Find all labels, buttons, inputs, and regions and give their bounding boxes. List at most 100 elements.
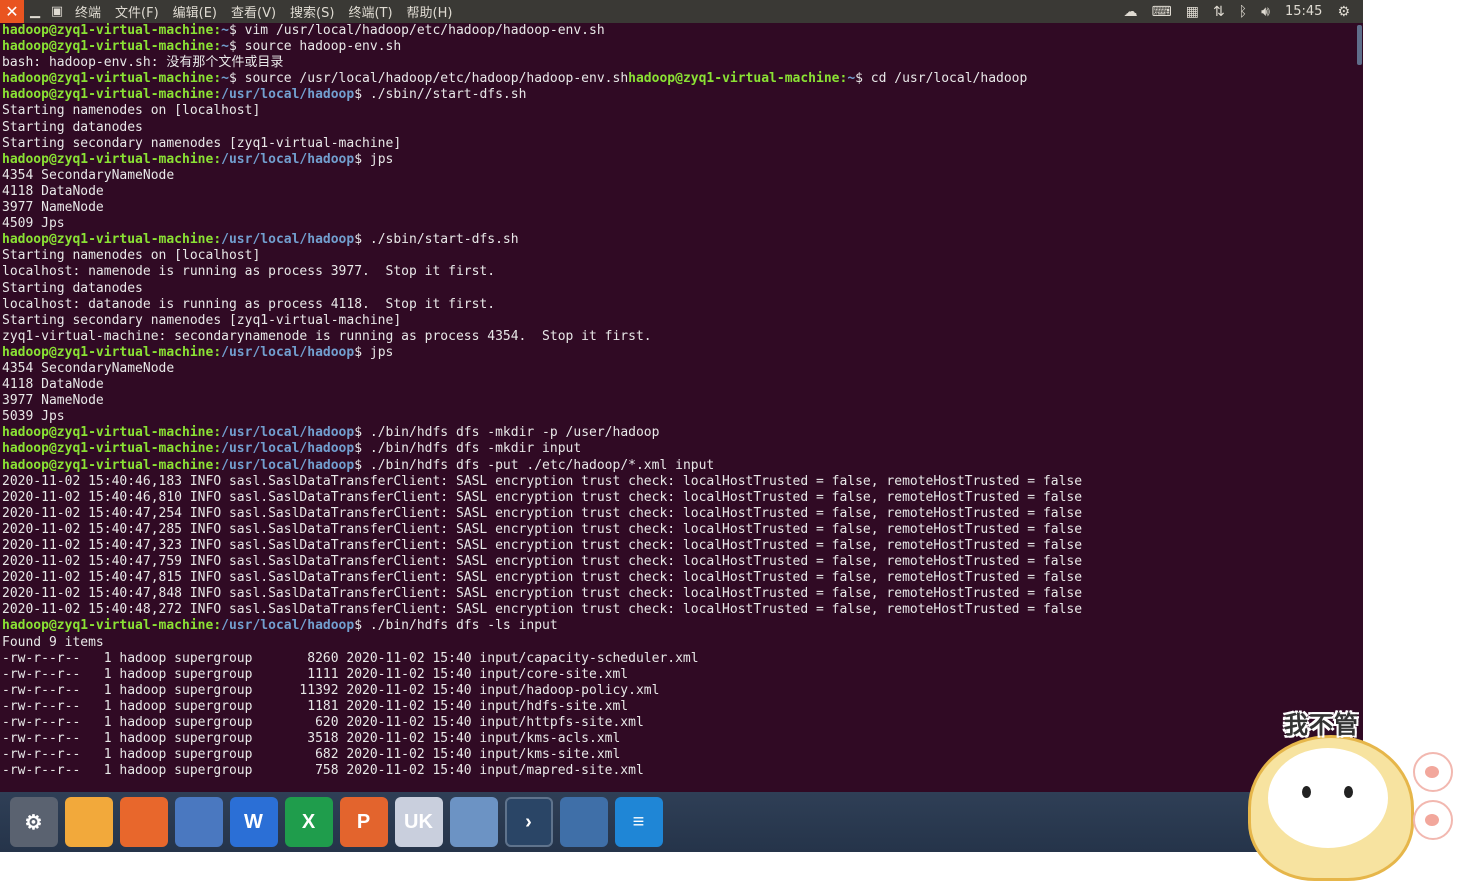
dvd-icon[interactable]: ≡	[614, 797, 663, 847]
terminal-line: hadoop@zyq1-virtual-machine:~$ source /u…	[2, 71, 1356, 87]
terminal-line: 2020-11-02 15:40:47,323 INFO sasl.SaslDa…	[2, 538, 1356, 554]
output-text: Starting namenodes on [localhost]	[2, 248, 261, 264]
prompt-user: hadoop@zyq1-virtual-machine	[2, 151, 214, 167]
prompt-separator: :	[213, 151, 222, 167]
terminal-line: hadoop@zyq1-virtual-machine:/usr/local/h…	[2, 425, 1356, 441]
cat-sticker-face	[1268, 748, 1388, 848]
terminal-line: hadoop@zyq1-virtual-machine:/usr/local/h…	[2, 345, 1356, 361]
terminal-line: bash: hadoop-env.sh: 没有那个文件或目录	[2, 55, 1356, 71]
terminal-line: 5039 Jps	[2, 409, 1356, 425]
terminal-line: 4354 SecondaryNameNode	[2, 361, 1356, 377]
scrollbar-thumb[interactable]	[1357, 25, 1362, 65]
terminal-line: localhost: namenode is running as proces…	[2, 264, 1356, 280]
prompt-path: ~	[221, 39, 229, 55]
chromium-icon[interactable]	[174, 797, 223, 847]
prompt-separator: :	[213, 87, 222, 103]
output-text: 5039 Jps	[2, 409, 65, 425]
menu-item-1[interactable]: 文件(F)	[108, 2, 166, 21]
weather-icon[interactable]: ☁	[1117, 4, 1145, 20]
firefox-icon[interactable]	[119, 797, 168, 847]
terminal-output: hadoop@zyq1-virtual-machine:~$ vim /usr/…	[0, 23, 1356, 779]
powerpoint-icon[interactable]: P	[339, 797, 388, 847]
terminal-line: 2020-11-02 15:40:46,183 INFO sasl.SaslDa…	[2, 474, 1356, 490]
prompt-path: /usr/local/hadoop	[221, 87, 355, 103]
minimize-icon[interactable]: ▁	[24, 0, 46, 23]
command-text: $ cd /usr/local/hadoop	[855, 71, 1028, 87]
prompt-user: hadoop@zyq1-virtual-machine	[2, 425, 214, 441]
sticker-area	[1363, 0, 1457, 852]
terminal-icon[interactable]: ›	[504, 797, 553, 847]
output-text: 2020-11-02 15:40:47,759 INFO sasl.SaslDa…	[2, 554, 1083, 570]
terminal-line: hadoop@zyq1-virtual-machine:/usr/local/h…	[2, 87, 1356, 103]
power-gear-icon[interactable]: ⚙	[1330, 4, 1357, 20]
menu-item-6[interactable]: 帮助(H)	[400, 2, 460, 21]
output-text: bash: hadoop-env.sh: 没有那个文件或目录	[2, 55, 284, 71]
paw-icon	[1413, 800, 1453, 840]
terminal-line: 2020-11-02 15:40:47,285 INFO sasl.SaslDa…	[2, 522, 1356, 538]
prompt-user: hadoop@zyq1-virtual-machine	[628, 71, 840, 87]
prompt-path: ~	[221, 71, 229, 87]
word-icon[interactable]: W	[229, 797, 278, 847]
menu-item-5[interactable]: 终端(T)	[341, 2, 399, 21]
command-text: $ jps	[354, 151, 394, 167]
clock[interactable]: 15:45	[1277, 4, 1330, 19]
output-text: -rw-r--r-- 1 hadoop supergroup 11392 202…	[2, 682, 660, 698]
menu-item-4[interactable]: 搜索(S)	[283, 2, 341, 21]
terminal-line: Starting namenodes on [localhost]	[2, 248, 1356, 264]
network-manager-icon[interactable]	[449, 797, 498, 847]
output-text: -rw-r--r-- 1 hadoop supergroup 758 2020-…	[2, 763, 644, 779]
terminal-line: 4118 DataNode	[2, 184, 1356, 200]
terminal-line: -rw-r--r-- 1 hadoop supergroup 11392 202…	[2, 683, 1356, 699]
terminal-line: 2020-11-02 15:40:47,815 INFO sasl.SaslDa…	[2, 570, 1356, 586]
prompt-path: /usr/local/hadoop	[221, 457, 355, 473]
paw-icon	[1413, 752, 1453, 792]
volume-icon[interactable]: 🔊︎	[1254, 4, 1277, 20]
files-icon[interactable]	[64, 797, 113, 847]
terminal-window[interactable]: hadoop@zyq1-virtual-machine:~$ vim /usr/…	[0, 23, 1356, 792]
terminal-line: -rw-r--r-- 1 hadoop supergroup 620 2020-…	[2, 715, 1356, 731]
system-settings-icon[interactable]: ⚙	[9, 797, 58, 847]
output-text: 4354 SecondaryNameNode	[2, 167, 175, 183]
output-text: Starting datanodes	[2, 280, 143, 296]
terminal-line: Starting secondary namenodes [zyq1-virtu…	[2, 313, 1356, 329]
prompt-user: hadoop@zyq1-virtual-machine	[2, 618, 214, 634]
output-text: Starting secondary namenodes [zyq1-virtu…	[2, 135, 402, 151]
ukylin-icon[interactable]: UK	[394, 797, 443, 847]
command-text: $ ./sbin/start-dfs.sh	[354, 232, 519, 248]
output-text: 4509 Jps	[2, 216, 65, 232]
keyboard-icon[interactable]: ⌨	[1145, 4, 1179, 20]
prompt-path: /usr/local/hadoop	[221, 344, 355, 360]
output-text: -rw-r--r-- 1 hadoop supergroup 8260 2020…	[2, 650, 699, 666]
cat-eye-right	[1344, 786, 1353, 798]
prompt-user: hadoop@zyq1-virtual-machine	[2, 71, 214, 87]
prompt-separator: :	[213, 39, 222, 55]
workspace-switcher-icon[interactable]	[559, 797, 608, 847]
terminal-scrollbar[interactable]	[1356, 23, 1363, 792]
output-text: Starting secondary namenodes [zyq1-virtu…	[2, 312, 402, 328]
terminal-line: 3977 NameNode	[2, 393, 1356, 409]
output-text: 2020-11-02 15:40:46,810 INFO sasl.SaslDa…	[2, 489, 1083, 505]
network-icon[interactable]: ⇅	[1206, 4, 1232, 20]
sticker-caption: 我不管	[1284, 711, 1359, 739]
menu-item-0[interactable]: 终端	[68, 2, 108, 21]
bluetooth-icon[interactable]: ᛒ	[1232, 4, 1254, 20]
maximize-icon[interactable]: ▣	[46, 0, 68, 23]
output-text: -rw-r--r-- 1 hadoop supergroup 3518 2020…	[2, 731, 621, 747]
calendar-icon[interactable]: ▦	[1179, 4, 1206, 20]
output-text: zyq1-virtual-machine: secondarynamenode …	[2, 328, 652, 344]
output-text: -rw-r--r-- 1 hadoop supergroup 1111 2020…	[2, 666, 629, 682]
terminal-line: -rw-r--r-- 1 hadoop supergroup 1111 2020…	[2, 667, 1356, 683]
output-text: 2020-11-02 15:40:47,815 INFO sasl.SaslDa…	[2, 570, 1083, 586]
menu-item-2[interactable]: 编辑(E)	[166, 2, 224, 21]
menu-item-3[interactable]: 查看(V)	[224, 2, 283, 21]
prompt-separator: :	[213, 441, 222, 457]
prompt-path: /usr/local/hadoop	[221, 441, 355, 457]
excel-icon[interactable]: X	[284, 797, 333, 847]
prompt-user: hadoop@zyq1-virtual-machine	[2, 39, 214, 55]
terminal-line: 2020-11-02 15:40:48,272 INFO sasl.SaslDa…	[2, 602, 1356, 618]
terminal-line: Found 9 items	[2, 635, 1356, 651]
close-icon[interactable]: ✕	[0, 0, 24, 23]
prompt-separator: :	[213, 23, 222, 38]
terminal-line: -rw-r--r-- 1 hadoop supergroup 682 2020-…	[2, 747, 1356, 763]
command-text: $ ./bin/hdfs dfs -mkdir -p /user/hadoop	[354, 425, 660, 441]
